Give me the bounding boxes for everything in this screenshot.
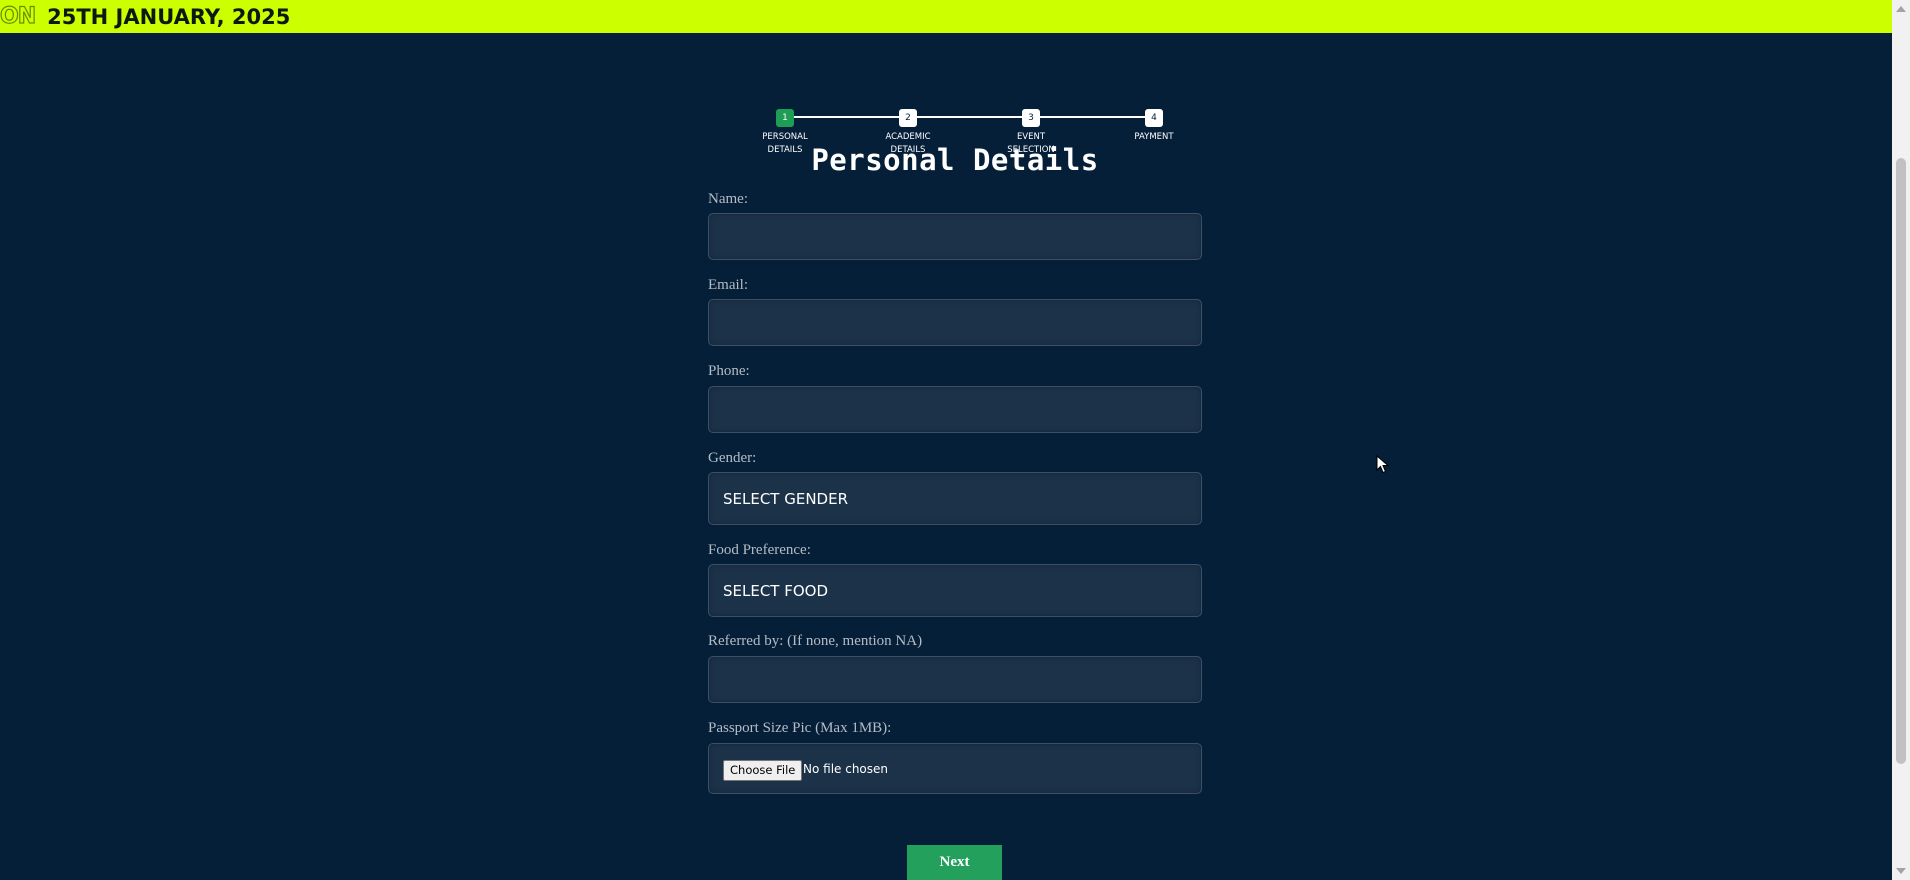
next-button[interactable]: Next [907, 845, 1002, 880]
file-status-text: No file chosen [803, 762, 889, 776]
scroll-down-arrow-icon[interactable] [1896, 868, 1906, 874]
name-label: Name: [708, 191, 748, 207]
step-2-indicator: 2 [899, 109, 917, 127]
referred-by-input[interactable] [708, 656, 1202, 703]
banner-date: 25TH JANUARY, 2025 [47, 4, 291, 29]
registration-page: 1 PERSONAL DETAILS 2 ACADEMIC DETAILS 3 … [0, 33, 1892, 880]
name-input[interactable] [708, 213, 1202, 260]
phone-label: Phone: [708, 363, 750, 379]
step-payment: 4 PAYMENT [1109, 109, 1199, 144]
step-3-indicator: 3 [1022, 109, 1040, 127]
page-title: Personal Details [811, 143, 1099, 177]
banner-ticker-fragment: ON [0, 3, 37, 29]
scroll-up-arrow-icon[interactable] [1896, 6, 1906, 12]
email-label: Email: [708, 277, 748, 293]
stepper-line [785, 116, 1145, 118]
email-input[interactable] [708, 299, 1202, 346]
referred-by-label: Referred by: (If none, mention NA) [708, 633, 923, 649]
choose-file-button[interactable]: Choose File [723, 760, 803, 781]
scrollbar-thumb[interactable] [1896, 158, 1906, 764]
page-scrollbar[interactable] [1892, 0, 1910, 880]
event-date-banner: ON 25TH JANUARY, 2025 [0, 0, 1892, 33]
food-preference-label: Food Preference: [708, 542, 811, 558]
food-preference-select[interactable]: SELECT FOOD [708, 564, 1202, 617]
gender-label: Gender: [708, 450, 757, 466]
step-1-indicator: 1 [776, 109, 794, 127]
food-selected-value: SELECT FOOD [723, 581, 829, 600]
passport-pic-label: Passport Size Pic (Max 1MB): [708, 720, 892, 736]
gender-select[interactable]: SELECT GENDER [708, 472, 1202, 525]
phone-input[interactable] [708, 386, 1202, 433]
passport-pic-file-input[interactable]: Choose File No file chosen [708, 743, 1202, 794]
gender-selected-value: SELECT GENDER [723, 489, 849, 508]
step-4-indicator: 4 [1145, 109, 1163, 127]
progress-stepper: 1 PERSONAL DETAILS 2 ACADEMIC DETAILS 3 … [740, 75, 1174, 155]
mouse-cursor-icon [1376, 455, 1390, 474]
